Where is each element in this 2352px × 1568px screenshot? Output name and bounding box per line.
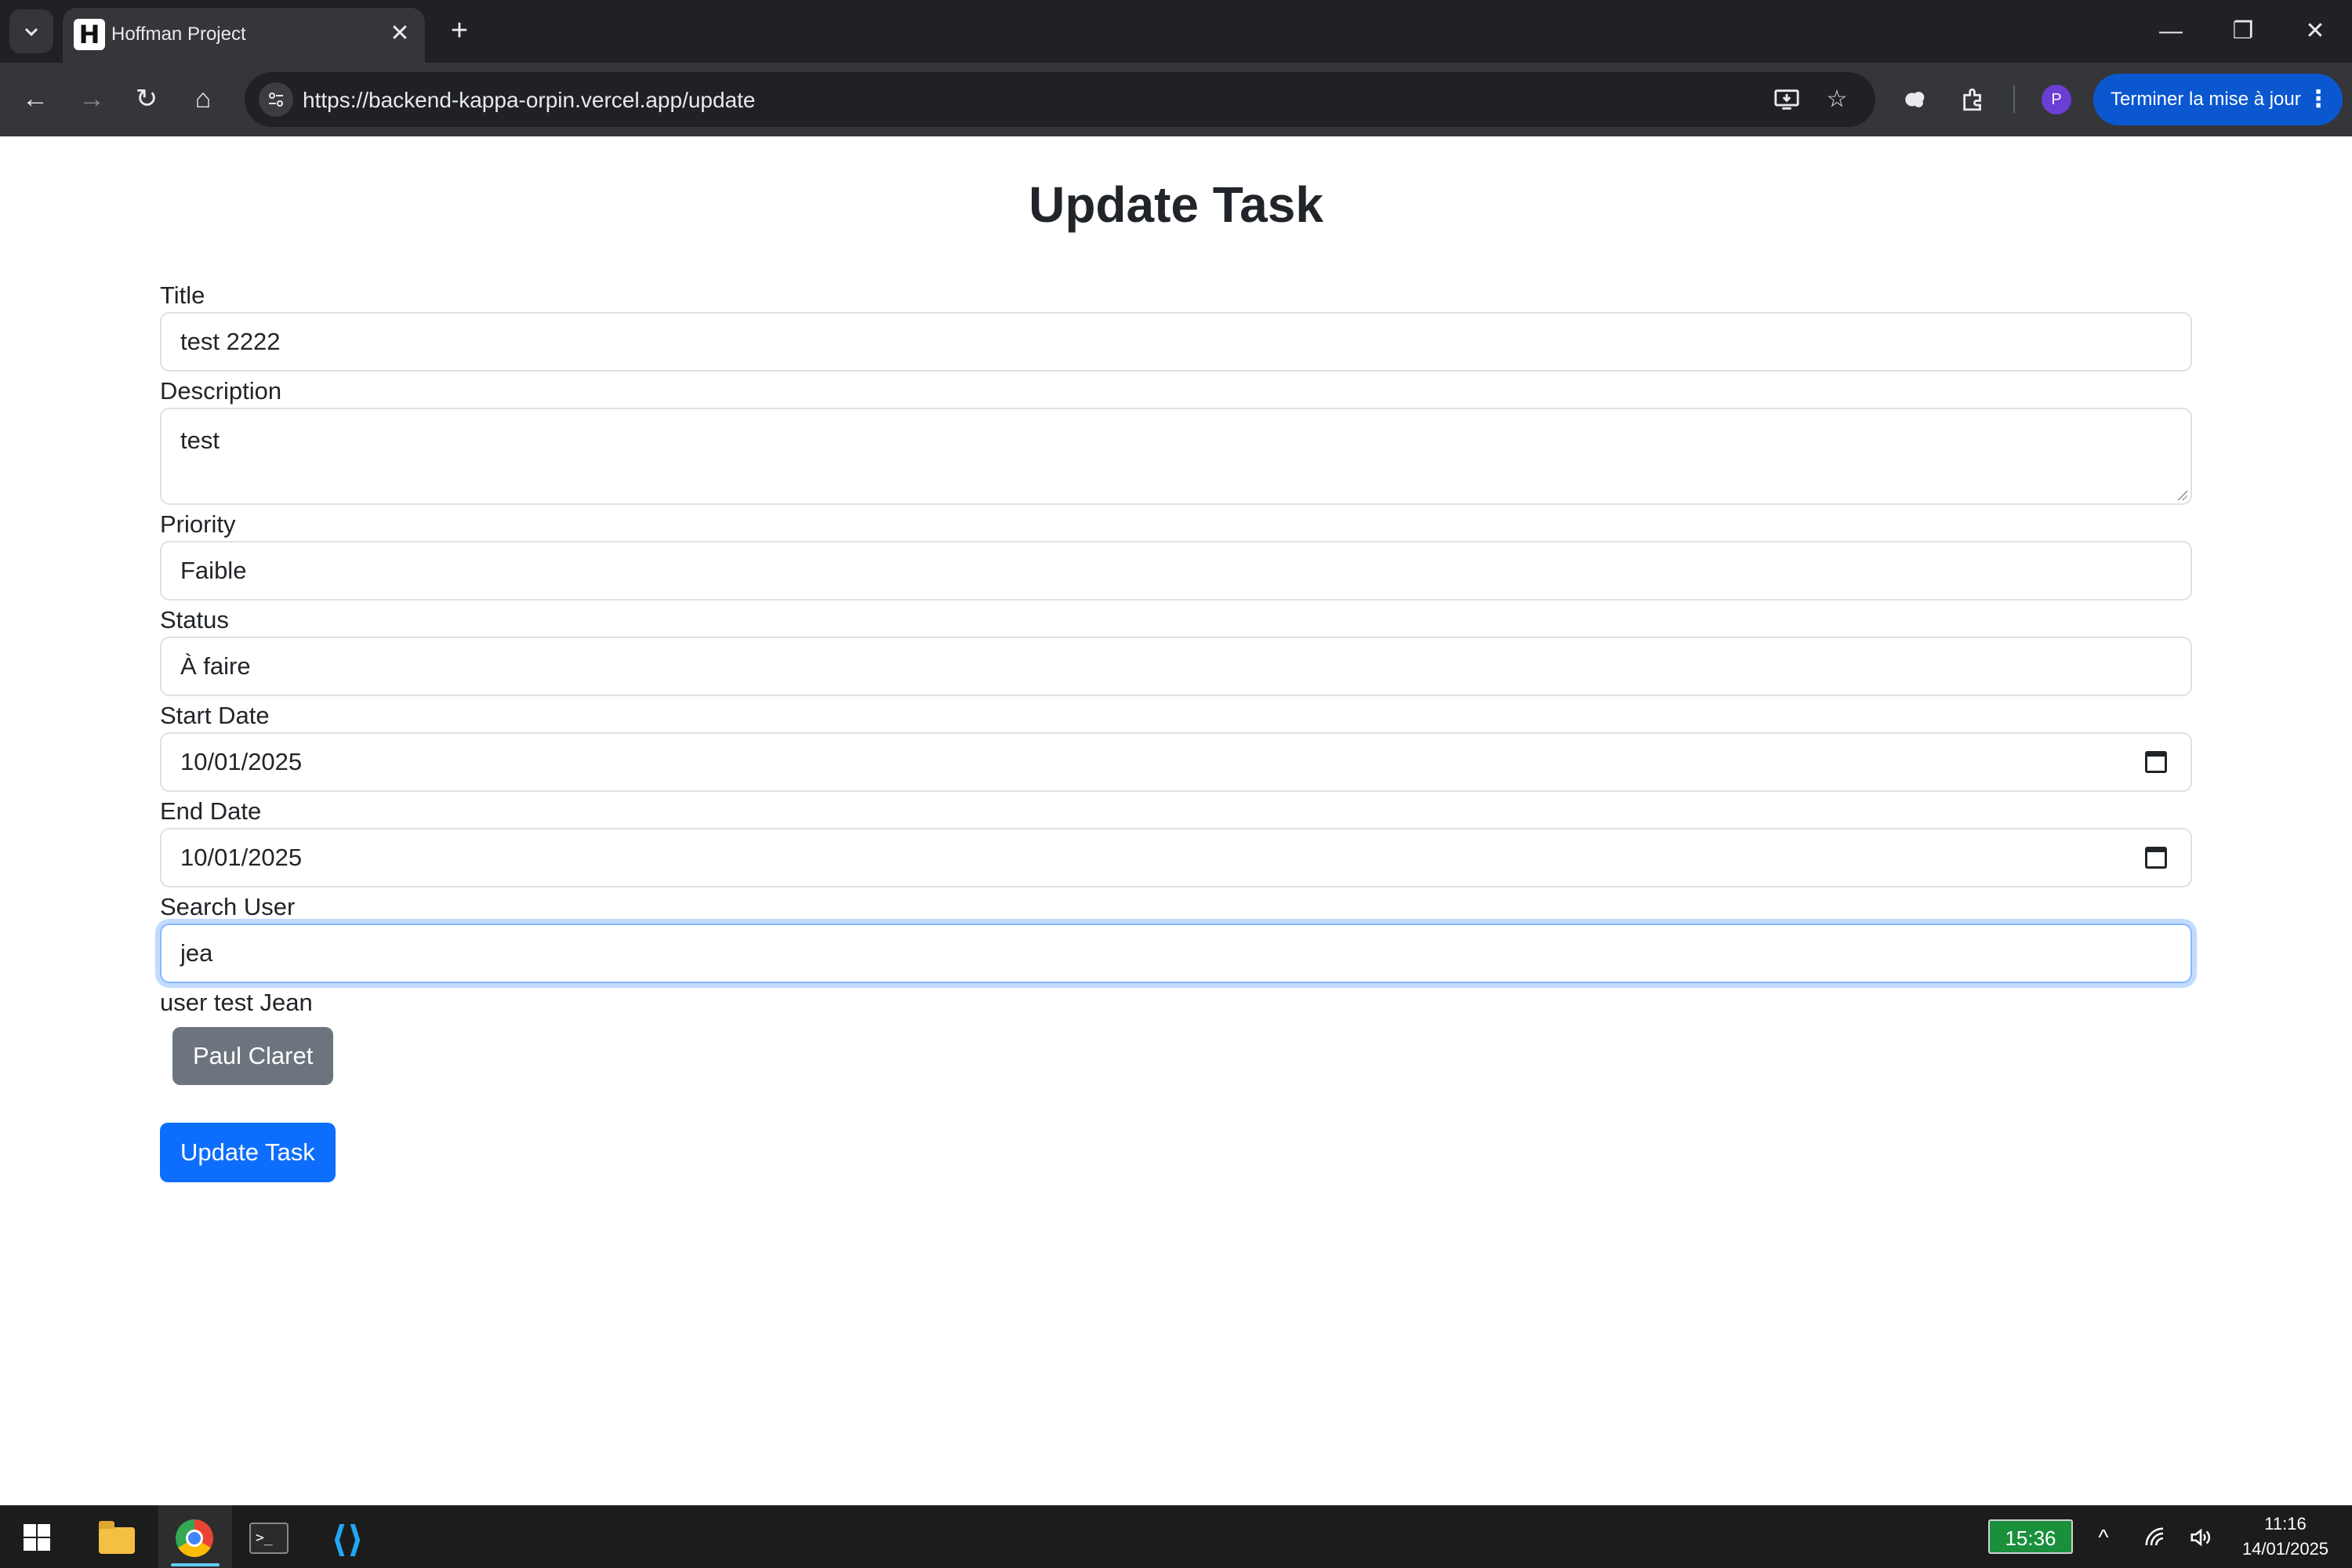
install-app-icon[interactable] xyxy=(1770,83,1803,116)
clock-time: 11:16 xyxy=(2264,1514,2307,1534)
terminal-icon[interactable]: >_ xyxy=(249,1523,289,1554)
priority-label: Priority xyxy=(160,510,236,538)
address-bar[interactable]: https://backend-kappa-orpin.vercel.app/u… xyxy=(245,72,1875,127)
browser-toolbar: ← → ↻ ⌂ https://backend-kappa-orpin.verc… xyxy=(0,63,2352,136)
windows-start-icon[interactable] xyxy=(24,1524,50,1551)
calendar-icon[interactable] xyxy=(2145,751,2167,773)
window-close-button[interactable]: ✕ xyxy=(2297,14,2333,50)
end-date-value: 10/01/2025 xyxy=(180,844,303,871)
restore-button[interactable]: ❐ xyxy=(2225,14,2261,50)
status-value: À faire xyxy=(180,652,251,680)
tray-chevron-icon[interactable]: ^ xyxy=(2089,1523,2118,1552)
extension-puzzle-cloud-icon[interactable] xyxy=(1897,82,1933,118)
update-task-form: Title test 2222 Description test Priorit… xyxy=(160,279,2192,1182)
reload-button[interactable]: ↻ xyxy=(129,82,165,118)
update-task-button[interactable]: Update Task xyxy=(160,1123,336,1182)
description-value: test xyxy=(180,426,220,454)
user-suggestion-item[interactable]: user test Jean xyxy=(160,986,2192,1019)
status-label: Status xyxy=(160,606,229,633)
url-text: https://backend-kappa-orpin.vercel.app/u… xyxy=(303,88,756,112)
extensions-icon[interactable] xyxy=(1955,82,1991,118)
bookmark-star-icon[interactable]: ☆ xyxy=(1820,83,1853,116)
forward-button[interactable]: → xyxy=(74,82,110,118)
priority-select[interactable]: Faible xyxy=(160,541,2192,601)
finish-update-label: Terminer la mise à jour xyxy=(2111,89,2301,110)
battery-time-badge[interactable]: 15:36 xyxy=(1988,1519,2073,1554)
tab-search-button[interactable] xyxy=(9,9,53,53)
back-button[interactable]: ← xyxy=(17,82,53,118)
status-select[interactable]: À faire xyxy=(160,637,2192,696)
menu-dots-icon[interactable]: ⋮ xyxy=(2307,74,2330,125)
tab-close-icon[interactable]: ✕ xyxy=(386,20,414,49)
page-title: Update Task xyxy=(1029,176,1323,233)
end-date-input[interactable]: 10/01/2025 xyxy=(160,828,2192,887)
site-info-icon[interactable] xyxy=(259,82,293,117)
network-icon[interactable] xyxy=(2140,1523,2170,1552)
file-explorer-icon[interactable] xyxy=(99,1521,135,1554)
page-content: Update Task Title test 2222 Description … xyxy=(0,136,2352,1505)
finish-update-button[interactable]: Terminer la mise à jour ⋮ xyxy=(2093,74,2343,125)
title-value: test 2222 xyxy=(180,328,281,355)
priority-value: Faible xyxy=(180,557,247,584)
profile-avatar[interactable]: P xyxy=(2042,85,2071,114)
favicon-icon: H xyxy=(74,19,105,50)
assigned-user-button[interactable]: Paul Claret xyxy=(172,1027,334,1085)
resize-grip-icon[interactable] xyxy=(2176,489,2187,500)
search-user-input[interactable]: jea xyxy=(160,924,2192,983)
volume-icon[interactable] xyxy=(2186,1523,2216,1552)
toolbar-separator xyxy=(2013,85,2015,113)
start-date-value: 10/01/2025 xyxy=(180,748,303,775)
vscode-icon[interactable]: ⟨⟩ xyxy=(328,1519,367,1559)
chrome-icon[interactable] xyxy=(176,1519,213,1557)
start-date-input[interactable]: 10/01/2025 xyxy=(160,732,2192,792)
browser-tab-active[interactable]: H Hoffman Project ✕ xyxy=(63,8,425,64)
start-date-label: Start Date xyxy=(160,702,270,729)
search-user-value: jea xyxy=(180,939,213,967)
chevron-down-icon xyxy=(24,27,38,37)
clock-date: 14/01/2025 xyxy=(2241,1539,2329,1559)
browser-tabstrip: H Hoffman Project ✕ + — ❐ ✕ xyxy=(0,0,2352,64)
calendar-icon[interactable] xyxy=(2145,847,2167,869)
title-label: Title xyxy=(160,281,205,309)
search-user-label: Search User xyxy=(160,893,296,920)
system-clock[interactable]: 11:16 14/01/2025 xyxy=(2234,1512,2336,1562)
windows-taskbar: >_ ⟨⟩ 15:36 ^ 11:16 14/01/2025 xyxy=(0,1505,2352,1568)
title-input[interactable]: test 2222 xyxy=(160,312,2192,372)
end-date-label: End Date xyxy=(160,797,262,825)
tune-icon xyxy=(269,93,283,107)
home-button[interactable]: ⌂ xyxy=(185,82,221,118)
tab-title: Hoffman Project xyxy=(111,24,246,45)
new-tab-button[interactable]: + xyxy=(442,14,477,49)
description-label: Description xyxy=(160,377,282,405)
minimize-button[interactable]: — xyxy=(2153,14,2189,50)
description-textarea[interactable]: test xyxy=(160,408,2192,505)
active-app-indicator xyxy=(171,1563,220,1566)
